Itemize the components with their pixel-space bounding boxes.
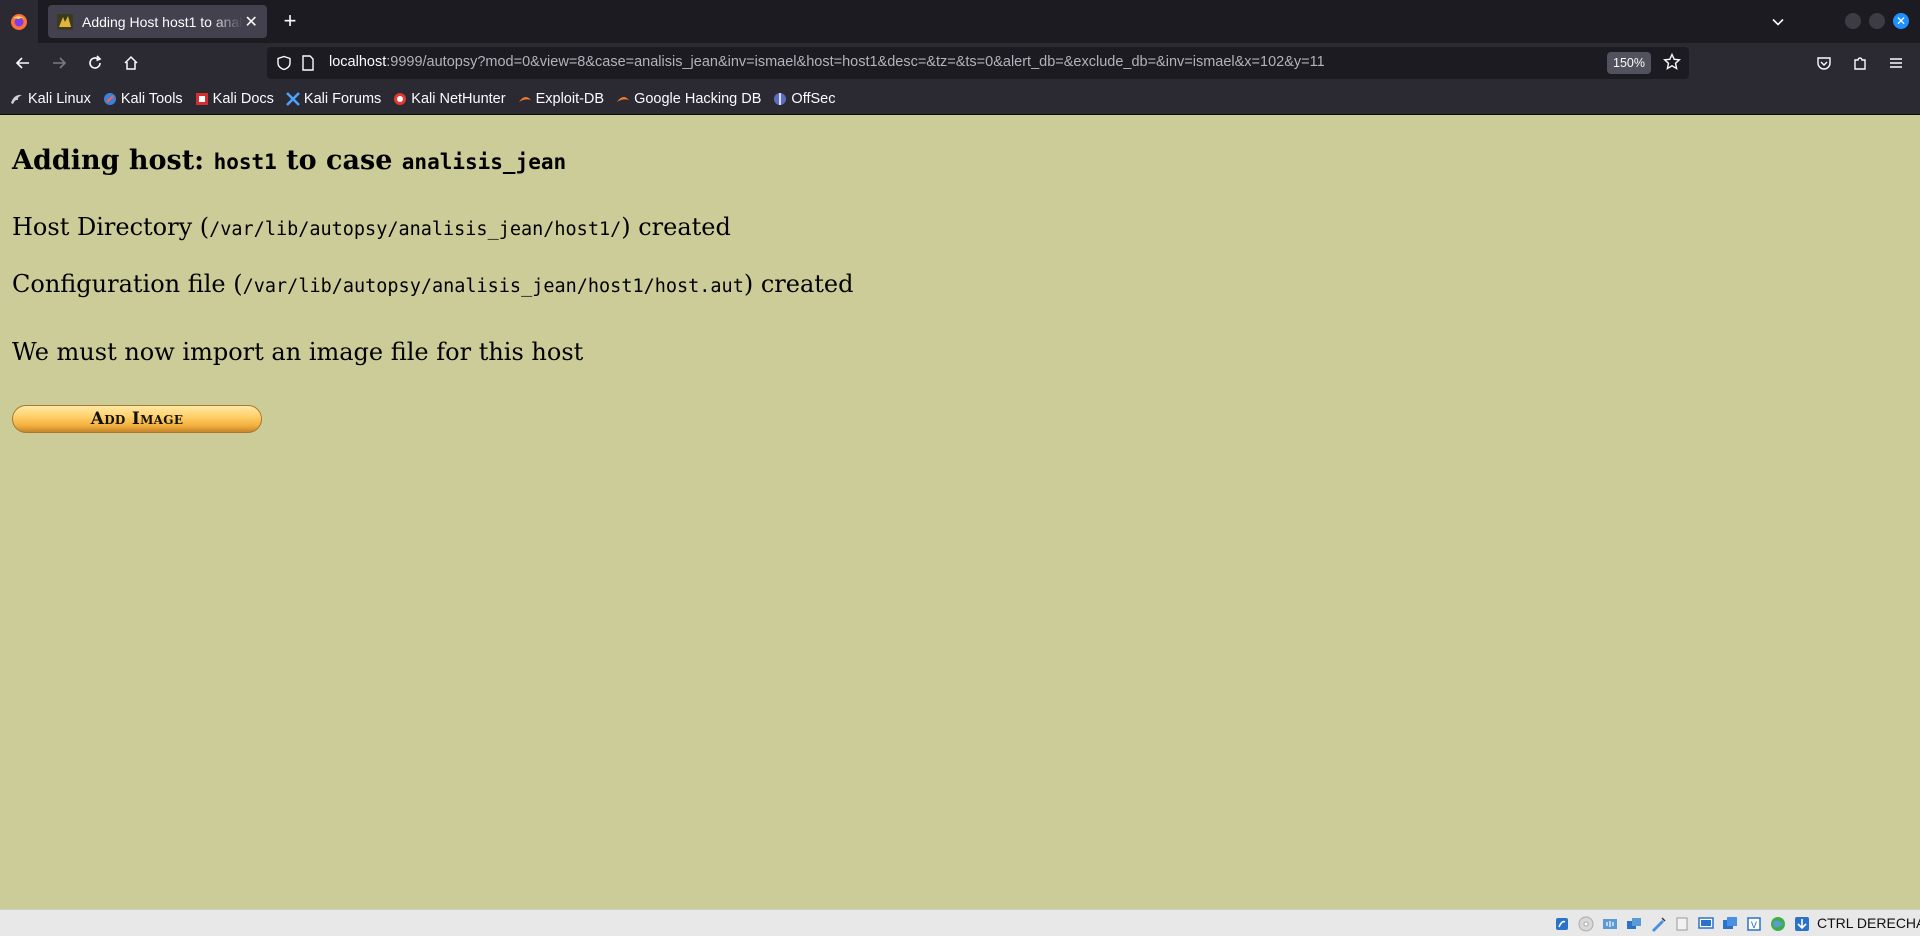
bookmark-label: Kali Docs (212, 90, 274, 107)
config-file-prefix: Configuration file ( (12, 270, 243, 298)
usb-icon[interactable] (1552, 914, 1572, 934)
close-icon: ✕ (1895, 14, 1907, 28)
arrow-left-icon (15, 57, 29, 69)
bookmark-google-hacking-db[interactable]: Google Hacking DB (616, 91, 761, 107)
add-image-button[interactable]: Add Image (12, 405, 262, 433)
bookmark-offsec[interactable]: OffSec (773, 91, 835, 107)
heading-case: analisis_jean (401, 150, 567, 174)
bookmark-label: Kali Linux (28, 90, 91, 107)
host-directory-message: Host Directory (/var/lib/autopsy/analisi… (12, 213, 731, 241)
tab-title: Adding Host host1 to analisis_jean (82, 13, 243, 30)
forward-button[interactable] (45, 49, 73, 77)
heading-host: host1 (213, 150, 277, 174)
zoom-level-badge[interactable]: 150% (1607, 52, 1651, 74)
host-dir-prefix: Host Directory ( (12, 213, 210, 241)
bookmark-label: OffSec (791, 90, 836, 107)
kali-tools-icon (103, 92, 116, 105)
host-dir-path: /var/lib/autopsy/analisis_jean/host1/ (209, 219, 622, 240)
bookmark-label: Kali NetHunter (411, 90, 506, 107)
firefox-view-button[interactable] (0, 0, 38, 43)
list-all-tabs-button[interactable] (1766, 10, 1790, 34)
home-icon (124, 55, 138, 70)
back-button[interactable] (9, 49, 37, 77)
pocket-icon (1817, 57, 1831, 70)
extensions-button[interactable] (1846, 49, 1874, 77)
recording-icon[interactable] (1720, 914, 1740, 934)
chevron-down-icon (1772, 18, 1784, 26)
offsec-icon (774, 92, 787, 105)
tab-strip: Adding Host host1 to analisis_jean ✕ + ✕ (0, 0, 1920, 43)
page-info-icon[interactable] (301, 55, 315, 71)
display-icon[interactable] (1696, 914, 1716, 934)
url-path: :9999/autopsy?mod=0&view=8&case=analisis… (386, 54, 1325, 70)
bookmark-label: Google Hacking DB (634, 90, 762, 107)
kali-docs-icon (195, 92, 208, 105)
config-file-path: /var/lib/autopsy/analisis_jean/host1/hos… (242, 276, 744, 297)
bookmark-label: Exploit-DB (535, 90, 605, 107)
bookmark-kali-tools[interactable]: Kali Tools (103, 91, 183, 107)
minimize-button[interactable] (1845, 13, 1861, 29)
network-icon[interactable] (1624, 914, 1644, 934)
tab-close-icon[interactable]: ✕ (243, 12, 259, 32)
bookmark-label: Kali Tools (120, 90, 183, 107)
drag-drop-icon[interactable] (1672, 914, 1692, 934)
add-image-label: Add Image (90, 409, 184, 429)
url-bar[interactable]: localhost:9999/autopsy?mod=0&view=8&case… (267, 47, 1689, 79)
bookmark-star-icon[interactable] (1663, 53, 1681, 71)
url-host: localhost (329, 54, 387, 70)
maximize-button[interactable] (1869, 13, 1885, 29)
audio-icon[interactable] (1600, 914, 1620, 934)
bookmark-kali-forums[interactable]: Kali Forums (286, 91, 381, 107)
firefox-icon (11, 13, 27, 30)
bookmark-exploit-db[interactable]: Exploit-DB (518, 90, 605, 107)
ghdb-icon (617, 96, 630, 102)
host-dir-suffix: ) created (621, 213, 731, 241)
bookmark-kali-nethunter[interactable]: Kali NetHunter (393, 90, 506, 107)
cpu-icon[interactable]: V (1744, 914, 1764, 934)
host-key-label: CTRL DERECHA (1817, 915, 1920, 931)
vm-status-bar: V CTRL DERECHA (0, 909, 1920, 936)
config-file-suffix: ) created (743, 270, 854, 298)
shared-folder-icon[interactable] (1648, 914, 1668, 934)
bookmark-label: Kali Forums (303, 90, 382, 107)
pocket-button[interactable] (1810, 49, 1838, 77)
reload-icon (89, 55, 102, 69)
new-tab-button[interactable]: + (277, 8, 303, 34)
globe-icon[interactable] (1768, 914, 1788, 934)
hamburger-menu-icon (1890, 58, 1902, 68)
home-button[interactable] (117, 49, 145, 77)
page-content: Adding host: host1 to case analisis_jean… (0, 115, 1920, 909)
kali-dragon-icon (11, 94, 22, 104)
bookmark-kali-linux[interactable]: Kali Linux (10, 91, 91, 107)
kali-forums-icon (286, 91, 300, 106)
config-file-message: Configuration file (/var/lib/autopsy/ana… (12, 270, 853, 298)
heading-middle: to case (276, 145, 402, 176)
navigation-toolbar: localhost:9999/autopsy?mod=0&view=8&case… (0, 43, 1920, 83)
kali-nethunter-icon (394, 92, 407, 105)
exploit-db-icon (518, 96, 531, 102)
url-text[interactable]: localhost:9999/autopsy?mod=0&view=8&case… (329, 54, 1325, 70)
tab-active[interactable]: Adding Host host1 to analisis_jean ✕ (48, 5, 267, 38)
arrow-right-icon (53, 57, 67, 69)
svg-text:V: V (1751, 921, 1758, 931)
puzzle-icon (1854, 57, 1866, 70)
heading-prefix: Adding host: (12, 145, 214, 176)
page-title: Adding host: host1 to case analisis_jean (12, 145, 566, 176)
autopsy-favicon (57, 13, 73, 30)
import-image-message: We must now import an image file for thi… (12, 338, 584, 366)
download-icon[interactable] (1792, 914, 1812, 934)
vm-device-icons: V (1552, 914, 1816, 934)
window-close-button[interactable]: ✕ (1893, 13, 1909, 29)
app-menu-button[interactable] (1882, 49, 1910, 77)
reload-button[interactable] (81, 49, 109, 77)
bookmarks-toolbar: Kali Linux Kali Tools Kali Docs Kali For… (0, 83, 1920, 115)
optical-drive-icon[interactable] (1576, 914, 1596, 934)
shield-icon[interactable] (276, 55, 292, 71)
bookmark-kali-docs[interactable]: Kali Docs (195, 91, 274, 107)
